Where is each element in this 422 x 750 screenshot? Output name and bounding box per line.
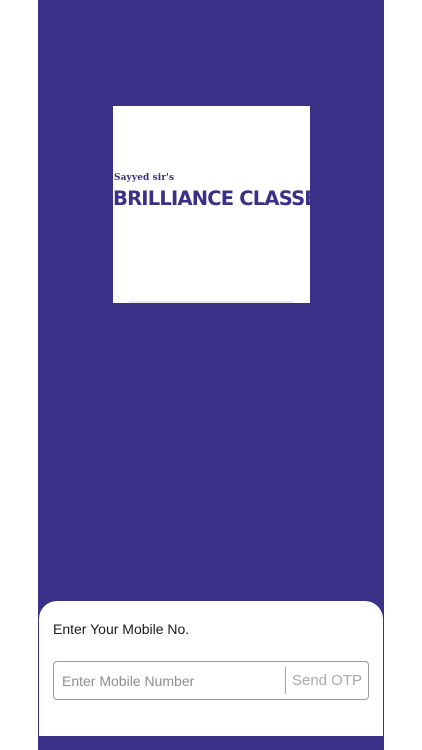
mobile-input-group: Send OTP bbox=[53, 661, 369, 700]
logo-title: BRILLIANCE CLASSES bbox=[113, 187, 310, 210]
mobile-number-label: Enter Your Mobile No. bbox=[53, 621, 190, 637]
logo-subtitle: Sayyed sir's bbox=[114, 173, 175, 183]
send-otp-button[interactable]: Send OTP bbox=[286, 662, 368, 699]
app-screen: Sayyed sir's BRILLIANCE CLASSES Enter Yo… bbox=[38, 0, 384, 750]
mobile-number-input[interactable] bbox=[54, 662, 285, 699]
login-sheet: Enter Your Mobile No. Send OTP bbox=[39, 601, 383, 736]
logo-divider bbox=[129, 301, 294, 303]
brand-logo: Sayyed sir's BRILLIANCE CLASSES bbox=[113, 106, 310, 303]
